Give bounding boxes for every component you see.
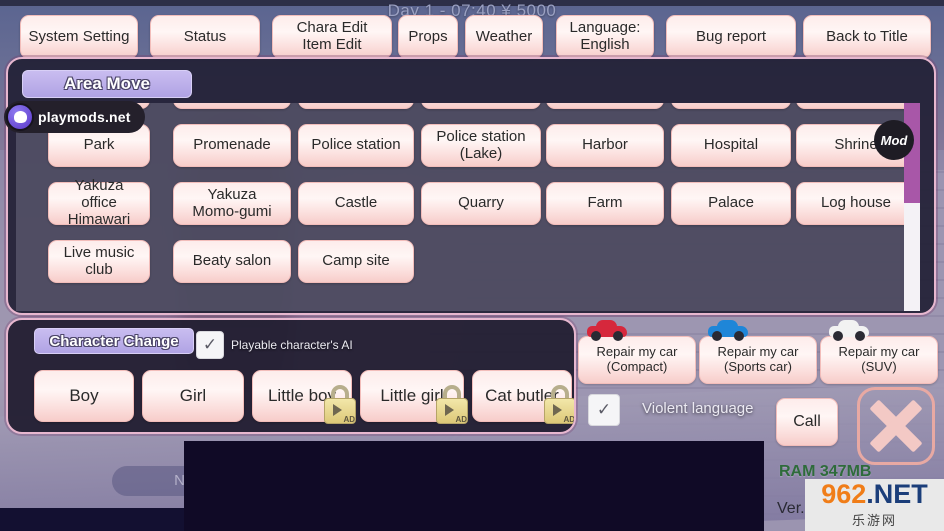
toolbar-button-6[interactable]: Bug report [666, 15, 796, 59]
area-button-park[interactable]: park [671, 103, 791, 109]
area-button-palace[interactable]: Palace [671, 182, 791, 225]
playable-ai-checkbox-overlay[interactable]: ✓ [196, 331, 224, 359]
area-button-unnamed-0-4[interactable] [546, 103, 664, 109]
toolbar-button-7[interactable]: Back to Title [803, 15, 931, 59]
area-move-row: Restaurant Corporation park chapel [16, 103, 910, 112]
area-move-panel: Area Move Restaurant Corporation park chape… [6, 57, 936, 315]
character-button-label: Boy [69, 386, 99, 406]
toolbar-button-2[interactable]: Chara Edit Item Edit [272, 15, 392, 59]
console-panel [184, 441, 764, 531]
scrollbar-thumb[interactable] [904, 203, 920, 311]
area-move-scroll-region[interactable]: Restaurant Corporation park chapel ParkProme… [16, 103, 910, 311]
repair-car-button-1[interactable]: Repair my car (Sports car) [699, 320, 817, 384]
area-button-yakuza-office-himawari[interactable]: Yakuza office Himawari [48, 177, 150, 228]
area-move-row: Park Promenade Police station Police statio… [16, 121, 910, 170]
area-button-beaty-salon[interactable]: Beaty salon [173, 240, 291, 283]
repair-car-label: Repair my car (Compact) [596, 344, 678, 374]
character-button-girl[interactable]: Girl [142, 370, 244, 422]
area-button-unnamed-0-2[interactable] [298, 103, 414, 109]
repair-car-button-2[interactable]: Repair my car (SUV) [820, 320, 938, 384]
car-icon [829, 319, 869, 341]
site-watermark-sub: 乐游网 [851, 513, 897, 528]
area-button-harbor[interactable]: Harbor [546, 124, 664, 167]
close-x-icon[interactable] [857, 387, 935, 465]
playmods-watermark: playmods.net [4, 101, 145, 133]
area-button-quarry[interactable]: Quarry [421, 182, 541, 225]
car-icon [587, 319, 627, 341]
character-button-little-girl[interactable]: Little girl AD [360, 370, 468, 424]
area-button-farm[interactable]: Farm [546, 182, 664, 225]
car-icon [708, 319, 748, 341]
playable-ai-label-overlay: Playable character's AI [231, 338, 353, 352]
area-button-chapel[interactable]: chapel [796, 103, 910, 109]
area-button-police-station[interactable]: Police station [298, 124, 414, 167]
version-label: Ver. [777, 500, 805, 517]
violent-language-checkbox[interactable]: ✓ [588, 394, 620, 426]
violent-language-label: Violent language [642, 400, 754, 417]
toolbar-button-5[interactable]: Language: English [556, 15, 654, 59]
area-button-restaurant[interactable]: Restaurant [173, 103, 291, 109]
area-button-camp-site[interactable]: Camp site [298, 240, 414, 283]
area-button-yakuza-momo-gumi[interactable]: Yakuza Momo-gumi [173, 182, 291, 225]
ad-lock-badge-text: AD [455, 415, 467, 425]
area-button-log-house[interactable]: Log house [796, 182, 910, 225]
character-button-label: Girl [179, 386, 207, 406]
mod-badge: Mod [874, 120, 914, 160]
site-watermark: 962.NET 乐游网 [805, 479, 944, 531]
repair-car-label: Repair my car (Sports car) [717, 344, 799, 374]
site-watermark-main: 962.NET [821, 481, 928, 508]
console-panel-left [0, 508, 184, 531]
area-button-corporation[interactable]: Corporation [421, 103, 541, 109]
repair-car-button-0[interactable]: Repair my car (Compact) [578, 320, 696, 384]
area-button-promenade[interactable]: Promenade [173, 124, 291, 167]
character-change-title: Character Change [34, 328, 194, 354]
character-button-little-boy[interactable]: Little boy AD [252, 370, 356, 424]
ad-lock-icon: AD [435, 385, 469, 425]
ad-lock-badge-text: AD [563, 415, 575, 425]
toolbar-button-3[interactable]: Props [398, 15, 458, 59]
ad-lock-badge-text: AD [343, 415, 355, 425]
playmods-watermark-text: playmods.net [38, 109, 131, 125]
area-button-live-music-club[interactable]: Live music club [48, 240, 150, 283]
ad-lock-icon: AD [543, 385, 575, 425]
playmods-logo-icon [6, 103, 34, 131]
area-button-castle[interactable]: Castle [298, 182, 414, 225]
ad-lock-icon: AD [323, 385, 357, 425]
area-button-hospital[interactable]: Hospital [671, 124, 791, 167]
call-button[interactable]: Call [776, 398, 838, 446]
character-button-cat-butler[interactable]: Cat butler AD [472, 370, 574, 424]
character-button-boy[interactable]: Boy [34, 370, 134, 422]
toolbar-button-4[interactable]: Weather [465, 15, 543, 59]
area-button-police-station-lake[interactable]: Police station (Lake) [421, 124, 541, 167]
toolbar-button-1[interactable]: Status [150, 15, 260, 59]
area-move-title: Area Move [22, 70, 192, 98]
site-watermark-tld: .NET [866, 479, 928, 509]
site-watermark-number: 962 [821, 479, 867, 509]
area-move-row: Yakuza office Himawari Yakuza Momo-gumi Cast… [16, 177, 910, 228]
toolbar-button-0[interactable]: System Setting [20, 15, 138, 59]
repair-car-label: Repair my car (SUV) [838, 344, 920, 374]
character-change-panel: Character Change ✓ Playable character's … [6, 318, 576, 434]
area-move-row: Live music club Beaty salon Camp site [16, 237, 910, 286]
